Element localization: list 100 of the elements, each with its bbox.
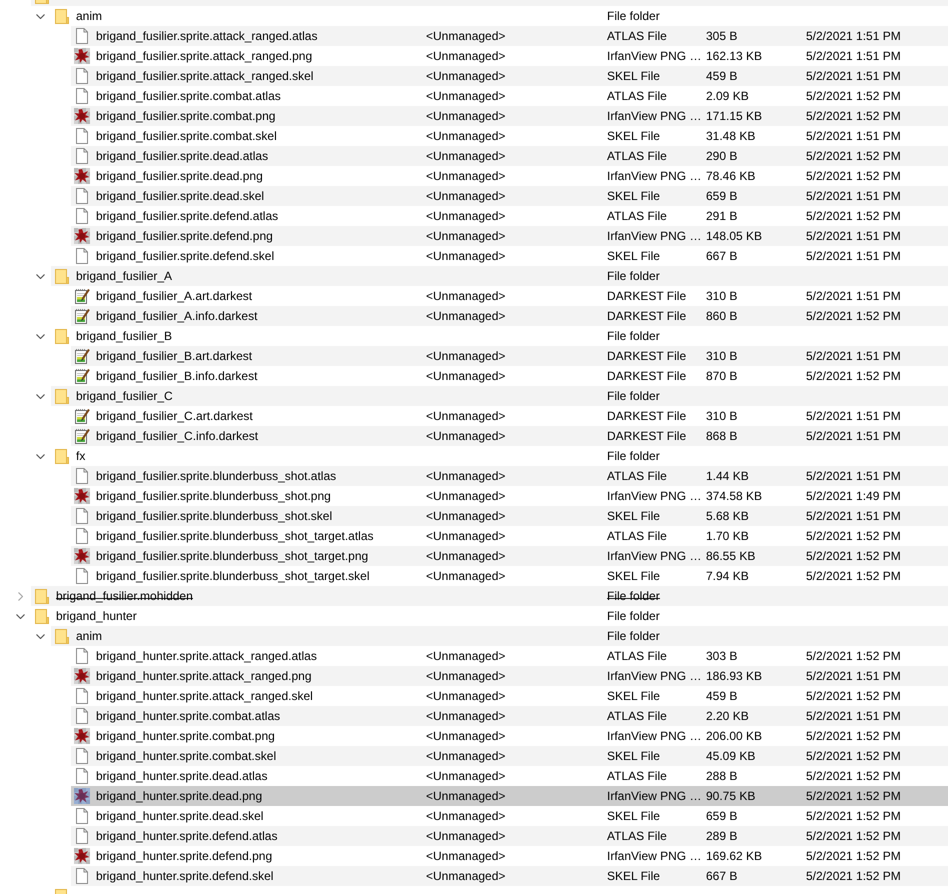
folder-icon — [55, 388, 69, 404]
mod-label: <Unmanaged> — [426, 228, 506, 245]
folder-name: anim — [76, 8, 102, 25]
file-row[interactable]: brigand_fusilier_B.art.darkest <Unmanaged> DARKEST File 310 B 5/2/2021 1:51 PM — [71, 346, 948, 366]
file-row[interactable]: brigand_hunter.sprite.attack_ranged.skel <Unmanaged> SKEL File 459 B 5/2/2021 1:52 PM — [71, 686, 948, 706]
chevron-down-icon[interactable] — [36, 14, 45, 18]
mod-label: <Unmanaged> — [426, 148, 506, 165]
mod-label: <Unmanaged> — [426, 868, 506, 885]
file-row[interactable]: brigand_fusilier.sprite.attack_ranged.atlas <Unmanaged> ATLAS File 305 B 5/2/2021 1:51 PM — [71, 26, 948, 46]
file-row[interactable]: brigand_hunter.sprite.dead.atlas <Unmanaged> ATLAS File 288 B 5/2/2021 1:52 PM — [71, 766, 948, 786]
file-icon — [76, 868, 88, 884]
folder-row[interactable]: brigand_fusilier_B File folder — [51, 326, 948, 346]
type-label: SKEL File — [607, 508, 660, 525]
date-label: 5/2/2021 1:52 PM — [806, 308, 901, 325]
file-row[interactable]: brigand_fusilier_A.art.darkest <Unmanaged> DARKEST File 310 B 5/2/2021 1:51 PM — [71, 286, 948, 306]
file-row[interactable]: brigand_hunter.sprite.dead.skel <Unmanaged> SKEL File 659 B 5/2/2021 1:52 PM — [71, 806, 948, 826]
type-label: DARKEST File — [607, 348, 686, 365]
date-label: 5/2/2021 1:51 PM — [806, 668, 901, 685]
date-label: 5/2/2021 1:52 PM — [806, 788, 901, 805]
file-row[interactable]: brigand_hunter.sprite.combat.atlas <Unmanaged> ATLAS File 2.20 KB 5/2/2021 1:51 PM — [71, 706, 948, 726]
file-row[interactable]: brigand_fusilier.sprite.dead.skel <Unmanaged> SKEL File 659 B 5/2/2021 1:51 PM — [71, 186, 948, 206]
date-label: 5/2/2021 1:52 PM — [806, 368, 901, 385]
file-row[interactable]: brigand_fusilier.sprite.combat.atlas <Unmanaged> ATLAS File 2.09 KB 5/2/2021 1:52 PM — [71, 86, 948, 106]
file-row[interactable]: brigand_hunter.sprite.combat.png <Unmanaged> IrfanView PNG … 206.00 KB 5/2/2021 1:52 PM — [71, 726, 948, 746]
mod-label: <Unmanaged> — [426, 688, 506, 705]
mod-label: <Unmanaged> — [426, 528, 506, 545]
chevron-down-icon[interactable] — [36, 634, 45, 638]
size-label: 667 B — [706, 868, 738, 885]
file-row[interactable]: brigand_fusilier_C.art.darkest <Unmanaged> DARKEST File 310 B 5/2/2021 1:51 PM — [71, 406, 948, 426]
notepad-icon — [74, 428, 90, 444]
file-name: brigand_hunter.sprite.attack_ranged.skel — [96, 688, 313, 705]
mod-label: <Unmanaged> — [426, 368, 506, 385]
size-label: 291 B — [706, 208, 738, 225]
type-label: ATLAS File — [607, 468, 667, 485]
file-row[interactable]: brigand_hunter.sprite.combat.skel <Unmanaged> SKEL File 45.09 KB 5/2/2021 1:52 PM — [71, 746, 948, 766]
chevron-down-icon[interactable] — [36, 334, 45, 338]
folder-row[interactable]: anim File folder — [51, 6, 948, 26]
folder-row[interactable]: fx File folder — [51, 446, 948, 466]
chevron-down-icon[interactable] — [36, 394, 45, 398]
file-row[interactable]: brigand_hunter.sprite.attack_ranged.png <Unmanaged> IrfanView PNG … 186.93 KB 5/2/2021 1:51 PM — [71, 666, 948, 686]
file-row[interactable]: brigand_fusilier.sprite.combat.skel <Unmanaged> SKEL File 31.48 KB 5/2/2021 1:51 PM — [71, 126, 948, 146]
file-row[interactable]: brigand_fusilier_B.info.darkest <Unmanaged> DARKEST File 870 B 5/2/2021 1:52 PM — [71, 366, 948, 386]
chevron-down-icon[interactable] — [36, 454, 45, 458]
mod-label: <Unmanaged> — [426, 488, 506, 505]
type-label: SKEL File — [607, 68, 660, 85]
folder-row[interactable]: brigand_fusilier_A File folder — [51, 266, 948, 286]
file-row[interactable]: brigand_fusilier.sprite.defend.atlas <Unmanaged> ATLAS File 291 B 5/2/2021 1:52 PM — [71, 206, 948, 226]
file-row[interactable]: brigand_fusilier.sprite.blunderbuss_shot_target.skel <Unmanaged> SKEL File 7.94 KB 5/2/2021 1:52 PM — [71, 566, 948, 586]
file-name: brigand_fusilier_A.info.darkest — [96, 308, 258, 325]
folder-name: brigand_fusilier_C — [76, 388, 173, 405]
mod-label: <Unmanaged> — [426, 508, 506, 525]
mod-label: <Unmanaged> — [426, 408, 506, 425]
file-name: brigand_hunter.sprite.attack_ranged.atlas — [96, 648, 317, 665]
folder-row[interactable]: anim File folder — [51, 626, 948, 646]
date-label: 5/2/2021 1:51 PM — [806, 348, 901, 365]
date-label: 5/2/2021 1:52 PM — [806, 828, 901, 845]
file-row[interactable]: brigand_hunter.sprite.defend.png <Unmanaged> IrfanView PNG … 169.62 KB 5/2/2021 1:52 PM — [71, 846, 948, 866]
file-row[interactable]: brigand_fusilier.sprite.combat.png <Unmanaged> IrfanView PNG … 171.15 KB 5/2/2021 1:52 PM — [71, 106, 948, 126]
size-label: 659 B — [706, 808, 738, 825]
date-label: 5/2/2021 1:52 PM — [806, 748, 901, 765]
type-label: ATLAS File — [607, 528, 667, 545]
file-name: brigand_fusilier.sprite.defend.png — [96, 228, 273, 245]
splat-icon — [74, 548, 90, 564]
file-row[interactable]: brigand_fusilier.sprite.dead.png <Unmanaged> IrfanView PNG … 78.46 KB 5/2/2021 1:52 PM — [71, 166, 948, 186]
chevron-down-icon[interactable] — [36, 274, 45, 278]
file-row[interactable]: brigand_fusilier.sprite.defend.skel <Unmanaged> SKEL File 667 B 5/2/2021 1:51 PM — [71, 246, 948, 266]
file-name: brigand_fusilier.sprite.blunderbuss_shot_target.png — [96, 548, 368, 565]
file-row[interactable]: brigand_hunter.sprite.attack_ranged.atlas <Unmanaged> ATLAS File 303 B 5/2/2021 1:52 PM — [71, 646, 948, 666]
mod-label: <Unmanaged> — [426, 848, 506, 865]
file-row[interactable]: brigand_hunter.sprite.defend.atlas <Unmanaged> ATLAS File 289 B 5/2/2021 1:52 PM — [71, 826, 948, 846]
file-name: brigand_fusilier.sprite.dead.png — [96, 168, 263, 185]
mod-label: <Unmanaged> — [426, 828, 506, 845]
file-row[interactable]: brigand_fusilier_C.info.darkest <Unmanaged> DARKEST File 868 B 5/2/2021 1:51 PM — [71, 426, 948, 446]
size-label: 659 B — [706, 188, 738, 205]
file-row[interactable]: brigand_fusilier.sprite.blunderbuss_shot_target.png <Unmanaged> IrfanView PNG … 86.55 KB 5/2/2021 1:52 PM — [71, 546, 948, 566]
size-label: 2.09 KB — [706, 88, 749, 105]
file-row[interactable]: brigand_fusilier.sprite.blunderbuss_shot.png <Unmanaged> IrfanView PNG … 374.58 KB 5/2/2021 1:49 PM — [71, 486, 948, 506]
type-label: SKEL File — [607, 688, 660, 705]
folder-icon — [55, 448, 69, 464]
splat-icon — [74, 488, 90, 504]
file-row[interactable]: brigand_fusilier.sprite.blunderbuss_shot.skel <Unmanaged> SKEL File 5.68 KB 5/2/2021 1:51 PM — [71, 506, 948, 526]
folder-row[interactable]: brigand_hunter File folder — [31, 606, 948, 626]
file-row[interactable]: brigand_fusilier.sprite.attack_ranged.skel <Unmanaged> SKEL File 459 B 5/2/2021 1:51 PM — [71, 66, 948, 86]
file-row[interactable]: brigand_fusilier.sprite.dead.atlas <Unmanaged> ATLAS File 290 B 5/2/2021 1:52 PM — [71, 146, 948, 166]
file-name: brigand_fusilier.sprite.attack_ranged.atlas — [96, 28, 318, 45]
file-row[interactable]: brigand_hunter.sprite.dead.png <Unmanaged> IrfanView PNG … 90.75 KB 5/2/2021 1:52 PM — [71, 786, 948, 806]
file-row[interactable]: brigand_fusilier.sprite.blunderbuss_shot_target.atlas <Unmanaged> ATLAS File 1.70 KB 5/2/2021 1:52 PM — [71, 526, 948, 546]
file-row[interactable]: brigand_fusilier.sprite.defend.png <Unmanaged> IrfanView PNG … 148.05 KB 5/2/2021 1:51 PM — [71, 226, 948, 246]
file-row[interactable]: brigand_hunter.sprite.defend.skel <Unmanaged> SKEL File 667 B 5/2/2021 1:52 PM — [71, 866, 948, 886]
chevron-down-icon[interactable] — [16, 614, 25, 618]
file-name: brigand_fusilier_A.art.darkest — [96, 288, 252, 305]
folder-row[interactable]: brigand_fusilier_C File folder — [51, 386, 948, 406]
file-row[interactable]: brigand_fusilier_A.info.darkest <Unmanaged> DARKEST File 860 B 5/2/2021 1:52 PM — [71, 306, 948, 326]
size-label: 667 B — [706, 248, 738, 265]
file-row[interactable]: brigand_fusilier.sprite.blunderbuss_shot.atlas <Unmanaged> ATLAS File 1.44 KB 5/2/2021 1:51 PM — [71, 466, 948, 486]
size-label: 870 B — [706, 368, 738, 385]
mod-label: <Unmanaged> — [426, 568, 506, 585]
type-label: File folder — [607, 628, 660, 645]
file-name: brigand_fusilier.sprite.dead.skel — [96, 188, 264, 205]
file-row[interactable]: brigand_fusilier.sprite.attack_ranged.png <Unmanaged> IrfanView PNG … 162.13 KB 5/2/2021 1:51 PM — [71, 46, 948, 66]
